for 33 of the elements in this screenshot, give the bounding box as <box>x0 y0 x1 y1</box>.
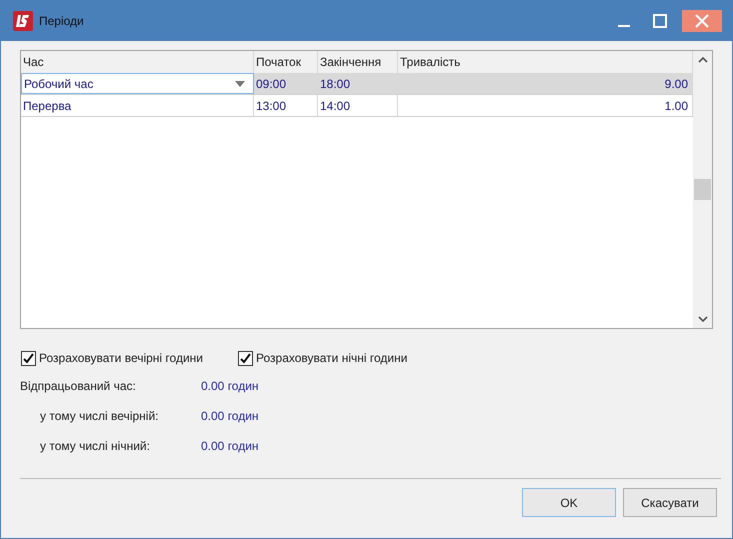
time-type-dropdown[interactable]: Робочий час <box>21 73 254 94</box>
close-button[interactable] <box>682 10 722 32</box>
checkbox[interactable] <box>21 350 36 366</box>
checkmark-icon <box>240 352 251 364</box>
summary-value: 0.00 годин <box>201 438 259 455</box>
summary-label: у тому числі вечірній: <box>39 408 160 425</box>
summary-label: Відпрацьований час: <box>20 378 137 395</box>
summary-label: у тому числі нічний: <box>39 438 151 455</box>
summary-value: 0.00 годин <box>201 378 259 395</box>
table-cell: Перерва <box>21 95 254 116</box>
table-cell: 09:00 <box>254 73 318 94</box>
table-cell: 13:00 <box>254 95 318 116</box>
close-icon <box>695 14 709 28</box>
maximize-icon <box>653 14 667 28</box>
table-cell: 14:00 <box>318 95 398 116</box>
window-title: Періоди <box>39 13 84 30</box>
checkbox-label[interactable]: Розраховувати вечірні години <box>39 349 203 367</box>
checkbox-label[interactable]: Розраховувати нічні години <box>256 349 408 367</box>
summary-value: 0.00 годин <box>201 408 259 425</box>
checkmark-icon <box>23 352 34 364</box>
app-logo-icon <box>13 11 33 31</box>
table-row[interactable]: Перерва 13:00 14:00 1.00 <box>21 95 693 117</box>
scroll-thumb[interactable] <box>694 179 711 200</box>
dialog-button[interactable]: OK <box>522 488 616 517</box>
dropdown-arrow-icon <box>235 80 245 86</box>
table-row[interactable]: Робочий час 09:00 18:00 9.00 <box>21 73 693 95</box>
scroll-down-icon <box>698 316 708 322</box>
minimize-icon <box>618 25 630 27</box>
table-cell: 18:00 <box>318 73 398 94</box>
dialog-button[interactable]: Скасувати <box>623 488 717 517</box>
checkbox[interactable] <box>238 350 253 366</box>
scrollbar[interactable] <box>693 51 712 328</box>
scroll-up-icon <box>698 57 708 63</box>
